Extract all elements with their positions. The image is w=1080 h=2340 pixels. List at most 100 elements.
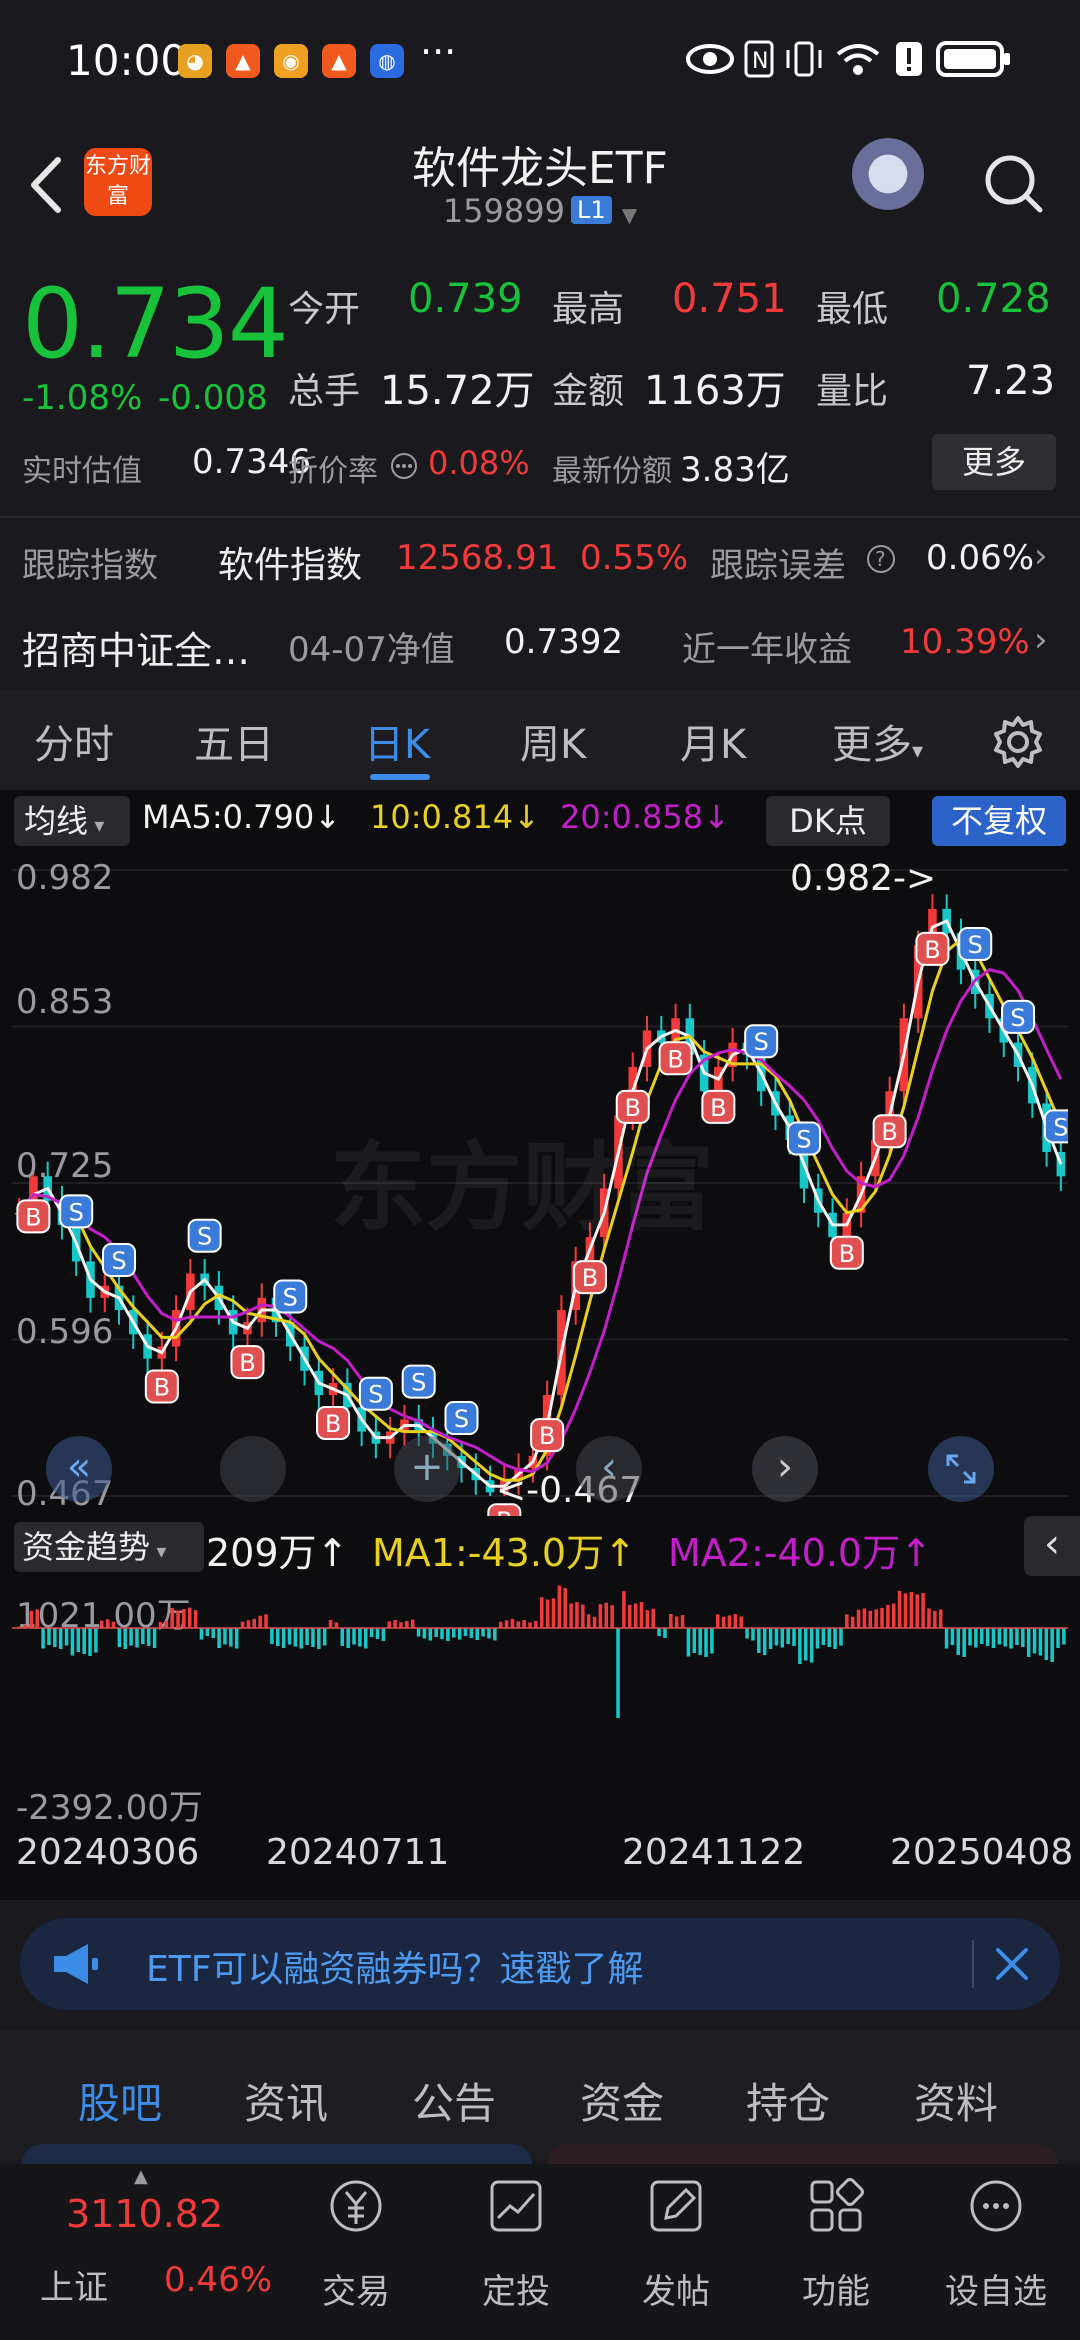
nfc-icon: N [744, 40, 774, 78]
fund-flow-bar [598, 1604, 603, 1628]
fund-flow-bar [164, 1620, 169, 1628]
buy-signal-marker[interactable]: B [530, 1418, 565, 1453]
level-badge: L1 [570, 196, 612, 224]
low-label: 最低 [816, 289, 889, 330]
fund-flow-bar [176, 1610, 180, 1628]
scroll-left-icon[interactable]: ‹ [576, 1436, 642, 1502]
scroll-left-fast-icon[interactable]: « [46, 1436, 112, 1502]
gear-icon[interactable] [990, 714, 1046, 770]
notification-app-icon: ▲ [226, 44, 260, 78]
sell-signal-marker[interactable]: S [273, 1279, 308, 1314]
period-tabs: 分时 五日 日K 周K 月K 更多▾ [0, 690, 1080, 790]
tab-funds[interactable]: 资金 [580, 2070, 664, 2131]
collapse-panel-icon[interactable]: ‹ [1024, 1516, 1080, 1576]
fund-flow-bar [58, 1628, 63, 1649]
sell-signal-marker[interactable]: S [401, 1364, 436, 1399]
ma-selector[interactable]: 均线 ▾ [14, 796, 130, 846]
no-adjust-button[interactable]: 不复权 [932, 796, 1066, 846]
banner-text[interactable]: ETF可以融资融券吗？速戳了解 [146, 1940, 643, 1992]
nav-add-watchlist-label: 设自选 [945, 2272, 1047, 2312]
tab-five-day[interactable]: 五日 [194, 712, 274, 770]
sell-signal-marker[interactable]: S [744, 1024, 779, 1059]
fund-flow-bar [346, 1628, 350, 1648]
nav-post[interactable]: 发帖 [596, 2164, 756, 2340]
scroll-right-icon[interactable]: › [752, 1436, 818, 1502]
sell-signal-marker[interactable]: S [958, 926, 993, 961]
nav-functions[interactable]: 功能 [756, 2164, 916, 2340]
promo-banner[interactable]: ETF可以融资融券吗？速戳了解 [20, 1918, 1060, 2010]
buy-signal-marker[interactable]: B [230, 1345, 265, 1380]
sell-signal-marker[interactable]: S [444, 1401, 479, 1436]
tracking-index-change: 0.55% [580, 538, 689, 578]
more-button[interactable]: 更多 [932, 434, 1056, 490]
app-header: 东方财富 软件龙头ETF 159899 L1 ▼ [0, 120, 1080, 250]
tab-daily-k[interactable]: 日K [364, 712, 430, 770]
fund-flow-bar [111, 1621, 116, 1628]
tab-news[interactable]: 资讯 [244, 2070, 328, 2131]
tracking-index-name[interactable]: 软件指数 [218, 536, 362, 588]
zoom-in-icon[interactable]: + [394, 1436, 460, 1502]
tab-weekly-k[interactable]: 周K [520, 712, 586, 770]
sell-signal-marker[interactable]: S [59, 1194, 94, 1229]
search-icon[interactable] [980, 150, 1046, 216]
fund-flow-bar [944, 1628, 949, 1649]
fund-flow-bar [1026, 1628, 1031, 1657]
nav-fixed-invest[interactable]: 定投 [436, 2164, 596, 2340]
fund-flow-bar [616, 1628, 620, 1718]
buy-signal-marker[interactable]: B [16, 1199, 51, 1234]
sell-signal-marker[interactable]: S [787, 1121, 821, 1156]
help-icon[interactable]: ? [866, 544, 896, 574]
ai-assistant-avatar[interactable] [848, 138, 928, 218]
nav-add-watchlist[interactable]: 设自选 [916, 2164, 1076, 2340]
svg-text:B: B [239, 1349, 255, 1377]
sell-signal-marker[interactable]: S [1001, 999, 1036, 1034]
buy-signal-marker[interactable]: B [316, 1405, 351, 1440]
tab-guba[interactable]: 股吧 [78, 2070, 162, 2131]
fund-flow-value-text: 209万 [206, 1531, 317, 1575]
tab-announcements[interactable]: 公告 [412, 2070, 496, 2131]
sell-signal-marker[interactable]: S [102, 1243, 137, 1278]
buy-signal-marker[interactable]: B [572, 1260, 607, 1295]
fullscreen-icon[interactable] [928, 1436, 994, 1502]
status-time: 10:00 [66, 36, 188, 85]
sell-signal-marker[interactable]: S [358, 1376, 393, 1411]
buy-signal-marker[interactable]: B [872, 1114, 907, 1149]
fund-flow-selector[interactable]: 资金趋势 ▾ [14, 1522, 204, 1572]
fund-flow-bar [47, 1628, 51, 1645]
ma5-legend-text: MA5:0.790 [142, 798, 315, 836]
fund-name[interactable]: 招商中证全… [22, 620, 250, 675]
tab-holdings[interactable]: 持仓 [746, 2070, 830, 2131]
chevron-right-icon[interactable]: › [1034, 620, 1048, 660]
tab-monthly-k[interactable]: 月K [680, 712, 746, 770]
tab-profile[interactable]: 资料 [914, 2070, 998, 2131]
buy-signal-marker[interactable]: B [829, 1235, 864, 1270]
tab-more[interactable]: 更多▾ [832, 712, 923, 770]
nav-trade[interactable]: 交易 [276, 2164, 436, 2340]
close-icon[interactable] [990, 1942, 1034, 1986]
buy-signal-marker[interactable]: B [915, 931, 950, 966]
fund-flow-bar [827, 1628, 831, 1647]
fund-flow-ma2-text: MA2:-40.0万 [668, 1531, 901, 1575]
market-index-widget[interactable]: ▲ 3110.82 上证 0.46% [0, 2164, 272, 2340]
buy-signal-marker[interactable]: B [144, 1369, 179, 1404]
dropdown-caret-icon: ▾ [150, 1539, 167, 1563]
zoom-out-button[interactable] [220, 1436, 286, 1502]
fund-flow-bar [53, 1628, 57, 1647]
sell-signal-marker[interactable]: S [1043, 1109, 1068, 1144]
buy-signal-marker[interactable]: B [658, 1041, 693, 1076]
low-value: 0.728 [936, 276, 1051, 322]
sell-signal-marker[interactable]: S [187, 1218, 222, 1253]
fund-flow-bar [94, 1628, 98, 1653]
year-return-label: 近一年收益 [682, 630, 852, 670]
fund-flow-bar [768, 1628, 773, 1649]
fund-flow-bar [1009, 1628, 1013, 1649]
active-tab-indicator [370, 774, 430, 780]
nav-functions-label: 功能 [802, 2272, 870, 2312]
dk-point-button[interactable]: DK点 [766, 796, 890, 846]
tracking-index-label: 跟踪指数 [22, 546, 158, 586]
chevron-right-icon[interactable]: › [1034, 536, 1048, 576]
tab-intraday[interactable]: 分时 [34, 712, 114, 770]
x-axis-date: 20240306 [16, 1832, 200, 1873]
tracking-error-value: 0.06% [926, 538, 1035, 578]
info-dots-icon[interactable] [390, 452, 418, 480]
